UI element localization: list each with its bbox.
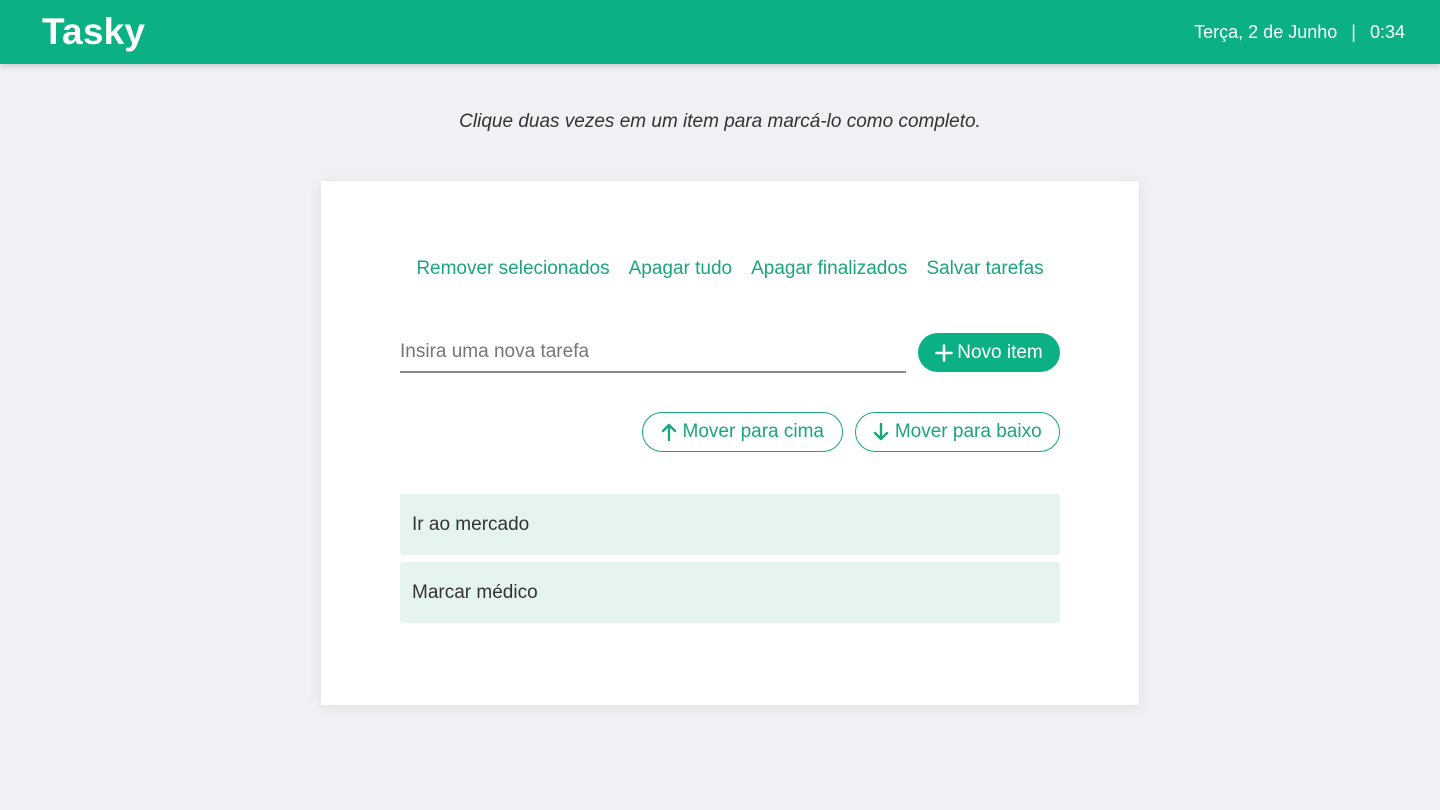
move-up-label: Mover para cima: [682, 421, 825, 442]
app-title: Tasky: [42, 11, 146, 52]
app-header: Tasky Terça, 2 de Junho | 0:34: [0, 0, 1440, 64]
new-task-row: Novo item: [400, 333, 1060, 373]
move-up-button[interactable]: Mover para cima: [642, 412, 843, 452]
current-date: Terça, 2 de Junho: [1194, 21, 1338, 42]
task-item[interactable]: Marcar médico: [400, 562, 1060, 623]
move-down-label: Mover para baixo: [894, 421, 1042, 442]
arrow-up-icon: [661, 423, 676, 441]
new-item-button[interactable]: Novo item: [918, 333, 1060, 372]
new-item-label: Novo item: [957, 341, 1043, 363]
save-tasks-button[interactable]: Salvar tarefas: [926, 258, 1043, 280]
arrow-down-icon: [873, 423, 889, 441]
current-time: 0:34: [1369, 21, 1405, 42]
date-time-display: Terça, 2 de Junho | 0:34: [1194, 22, 1405, 43]
clear-all-button[interactable]: Apagar tudo: [629, 258, 733, 280]
remove-selected-button[interactable]: Remover selecionados: [416, 258, 609, 280]
clear-finished-button[interactable]: Apagar finalizados: [751, 258, 907, 280]
task-item[interactable]: Ir ao mercado: [400, 494, 1060, 555]
date-time-separator: |: [1351, 21, 1356, 42]
new-task-input[interactable]: [400, 333, 906, 373]
move-controls: Mover para cima Mover para baixo: [642, 412, 1060, 452]
task-list: Ir ao mercado Marcar médico: [400, 494, 1060, 630]
move-down-button[interactable]: Mover para baixo: [854, 412, 1060, 452]
instruction-text: Clique duas vezes em um item para marcá-…: [459, 111, 981, 132]
task-actions: Remover selecionados Apagar tudo Apagar …: [321, 258, 1139, 280]
plus-icon: [935, 343, 954, 362]
task-card: Remover selecionados Apagar tudo Apagar …: [321, 181, 1139, 705]
